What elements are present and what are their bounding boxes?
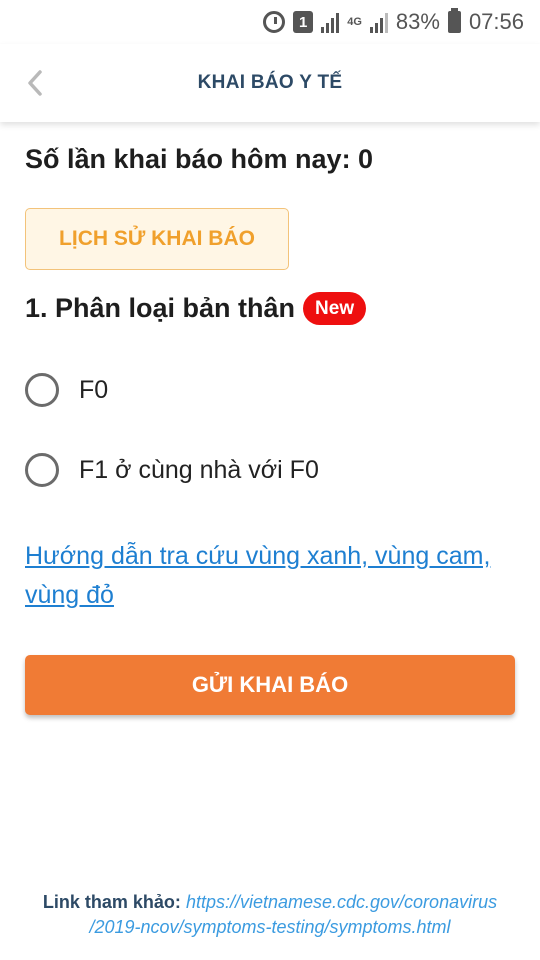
radio-option-f0[interactable]: F0 — [25, 373, 515, 407]
alarm-icon — [263, 11, 286, 33]
battery-icon — [447, 8, 461, 33]
reference-label: Link tham khảo: — [42, 892, 181, 912]
notification-badge: 1 — [293, 11, 314, 33]
reference-link-part1[interactable]: https://vietnamese.cdc.gov/coronavirus — [186, 892, 497, 912]
new-badge: New — [303, 292, 367, 325]
section-title-text: 1. Phân loại bản thân — [25, 293, 296, 323]
page-title: KHAI BÁO Y TẾ — [197, 72, 343, 93]
clock: 07:56 — [468, 9, 524, 34]
app-header: KHAI BÁO Y TẾ — [0, 44, 540, 122]
section-title: 1. Phân loại bản thân New — [25, 292, 515, 325]
zone-guide-link[interactable]: Hướng dẫn tra cứu vùng xanh, vùng cam, v… — [25, 537, 515, 615]
chevron-left-icon — [28, 70, 42, 96]
main-content: Số lần khai báo hôm nay: 0 LỊCH SỬ KHAI … — [25, 122, 515, 715]
reference-footer: Link tham khảo: https://vietnamese.cdc.g… — [0, 890, 540, 940]
radio-button[interactable] — [25, 373, 59, 407]
status-bar: 1 4G 83% 07:56 — [0, 0, 540, 44]
radio-label: F1 ở cùng nhà với F0 — [79, 455, 319, 484]
declaration-count: Số lần khai báo hôm nay: 0 — [25, 144, 374, 174]
radio-button[interactable] — [25, 453, 59, 487]
reference-link-part2[interactable]: /2019-ncov/symptoms-testing/symptoms.htm… — [89, 917, 450, 937]
back-button[interactable] — [18, 66, 52, 100]
radio-label: F0 — [79, 375, 109, 404]
signal-strength-icon — [369, 11, 388, 33]
submit-button[interactable]: GỬI KHAI BÁO — [25, 655, 515, 715]
battery-percent: 83% — [395, 9, 440, 34]
network-type: 4G — [347, 16, 362, 28]
radio-option-f1[interactable]: F1 ở cùng nhà với F0 — [25, 453, 515, 487]
signal-icon — [321, 11, 340, 33]
history-button[interactable]: LỊCH SỬ KHAI BÁO — [25, 208, 289, 270]
